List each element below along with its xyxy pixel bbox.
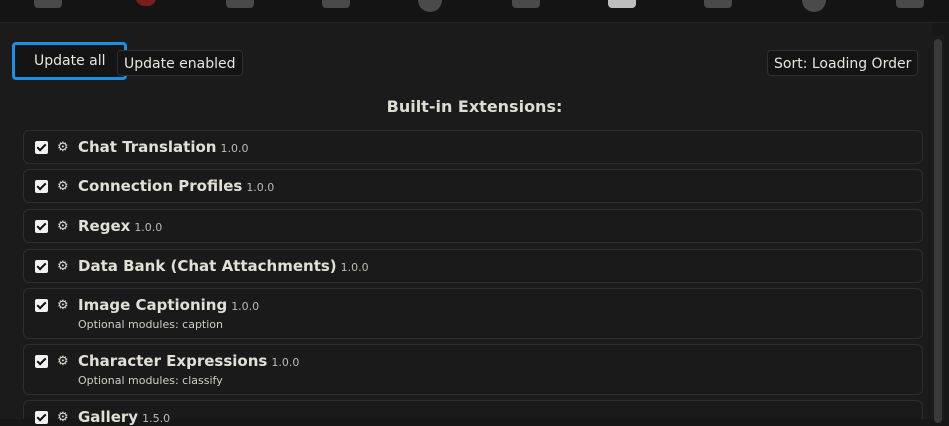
extension-name: Image Captioning 1.0.0 [78,296,260,314]
extension-item: ⚙ Data Bank (Chat Attachments) 1.0.0 [23,249,923,283]
section-title: Built-in Extensions: [386,97,563,116]
update-enabled-button[interactable]: Update enabled [117,50,243,76]
user-icon[interactable] [418,0,442,12]
extension-item: ⚙ Connection Profiles 1.0.0 [23,169,923,203]
checkbox-checked-icon[interactable] [35,141,48,154]
extension-version: 1.0.0 [231,300,260,313]
extension-name: Regex 1.0.0 [78,217,163,235]
extension-name: Gallery 1.5.0 [78,408,171,426]
sort-button[interactable]: Sort: Loading Order [767,50,919,76]
extension-item: ⚙ Chat Translation 1.0.0 [23,130,923,164]
checkbox-checked-icon[interactable] [35,260,48,273]
checkbox-checked-icon[interactable] [35,411,48,424]
extension-name: Data Bank (Chat Attachments) 1.0.0 [78,257,369,275]
extension-modules: Optional modules: caption [78,318,224,331]
extension-version: 1.0.0 [220,142,249,155]
inbox-icon[interactable] [704,0,732,8]
extension-item: ⚙ Gallery 1.5.0 [23,400,923,426]
plug-icon[interactable] [136,0,156,6]
gear-icon[interactable]: ⚙ [57,220,69,234]
extension-name: Chat Translation 1.0.0 [78,138,249,156]
checkbox-checked-icon[interactable] [35,220,48,233]
extension-version: 1.0.0 [340,261,369,274]
extension-version: 1.0.0 [246,181,275,194]
checkbox-checked-icon[interactable] [35,355,48,368]
cubes-icon[interactable] [608,0,636,8]
extension-modules: Optional modules: classify [78,374,223,387]
gear-icon[interactable]: ⚙ [57,355,69,369]
sliders-icon[interactable] [34,0,62,8]
top-navigation-bar [0,0,949,23]
book-icon[interactable] [322,0,350,8]
image-icon[interactable] [512,0,540,8]
card-icon[interactable] [896,0,924,8]
scrollbar[interactable] [932,35,944,423]
font-icon[interactable] [226,0,254,8]
extension-item: ⚙ Character Expressions 1.0.0 Optional mo… [23,344,923,395]
checkbox-checked-icon[interactable] [35,299,48,312]
extension-name: Connection Profiles 1.0.0 [78,177,275,195]
gear-icon[interactable]: ⚙ [57,411,69,425]
gear-icon[interactable]: ⚙ [57,260,69,274]
gear-icon[interactable]: ⚙ [57,299,69,313]
gear-icon[interactable]: ⚙ [57,180,69,194]
update-all-button[interactable]: Update all [12,42,127,80]
extension-item: ⚙ Regex 1.0.0 [23,209,923,243]
gear-icon[interactable]: ⚙ [57,141,69,155]
checkbox-checked-icon[interactable] [35,180,48,193]
extension-name: Character Expressions 1.0.0 [78,352,300,370]
extension-version: 1.0.0 [271,356,300,369]
settings-circle-icon[interactable] [802,0,826,12]
extension-version: 1.0.0 [134,221,163,234]
extension-item: ⚙ Image Captioning 1.0.0 Optional modules… [23,288,923,339]
